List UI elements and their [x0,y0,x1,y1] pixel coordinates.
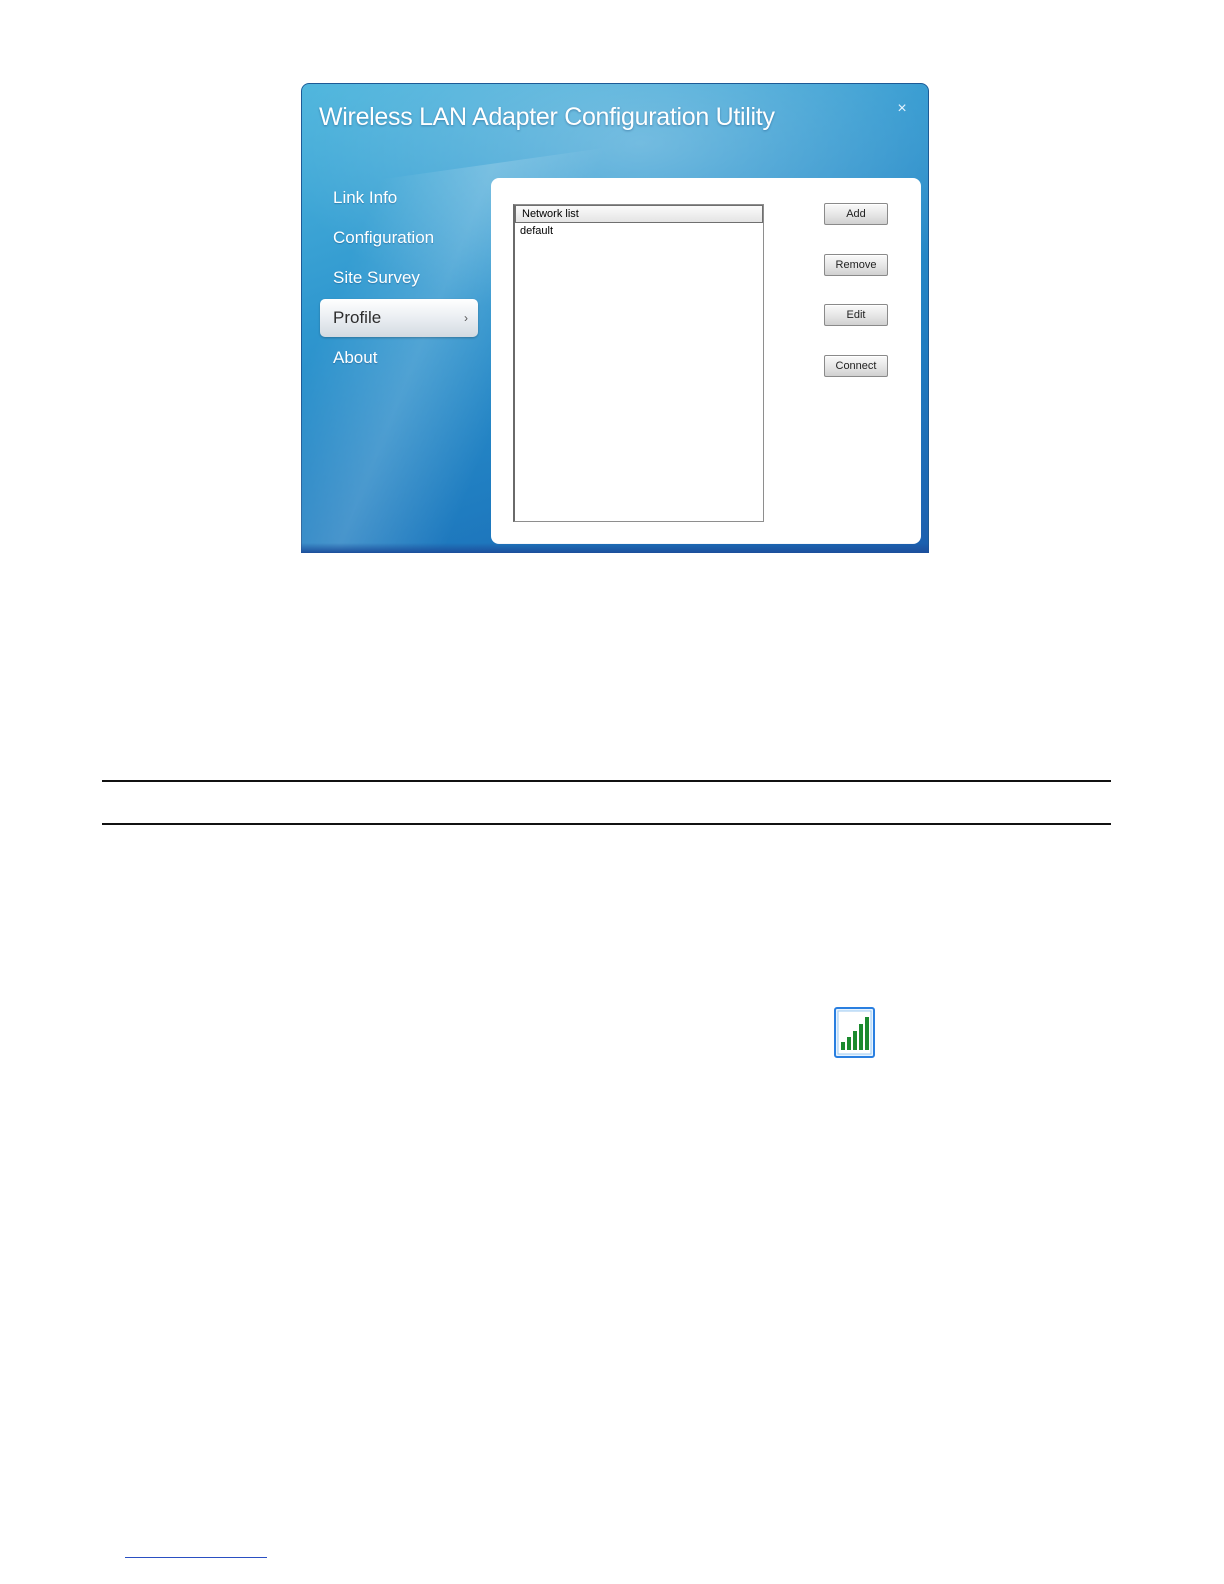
sidebar-item-label: Link Info [333,188,398,207]
sidebar-item-label: Profile [333,308,382,327]
divider-top [102,780,1111,782]
sidebar-item-site-survey[interactable]: Site Survey [320,259,478,297]
sidebar-item-configuration[interactable]: Configuration [320,219,478,257]
sidebar-item-about[interactable]: About [320,339,478,377]
remove-button[interactable]: Remove [824,254,888,276]
sidebar-item-label: Configuration [333,228,435,247]
network-list[interactable]: Network list default [513,204,764,522]
profile-panel: Network list default Add Remove Edit Con… [491,178,921,544]
sidebar-item-profile[interactable]: Profile › [320,299,478,337]
list-item[interactable]: default [515,223,763,239]
sidebar-item-link-info[interactable]: Link Info [320,179,478,217]
sidebar-item-label: About [333,348,378,367]
network-list-header[interactable]: Network list [515,205,763,223]
chevron-right-icon: › [464,311,468,325]
connect-button[interactable]: Connect [824,355,888,377]
close-icon[interactable]: × [895,101,909,117]
window-title: Wireless LAN Adapter Configuration Utili… [319,103,775,131]
utility-window: Wireless LAN Adapter Configuration Utili… [301,83,929,553]
divider-bottom [102,823,1111,825]
add-button[interactable]: Add [824,203,888,225]
footer-link-underline [125,1557,267,1558]
edit-button[interactable]: Edit [824,304,888,326]
sidebar-item-label: Site Survey [333,268,420,287]
signal-strength-icon [834,1007,875,1058]
sidebar-nav: Link Info Configuration Site Survey Prof… [320,179,478,379]
